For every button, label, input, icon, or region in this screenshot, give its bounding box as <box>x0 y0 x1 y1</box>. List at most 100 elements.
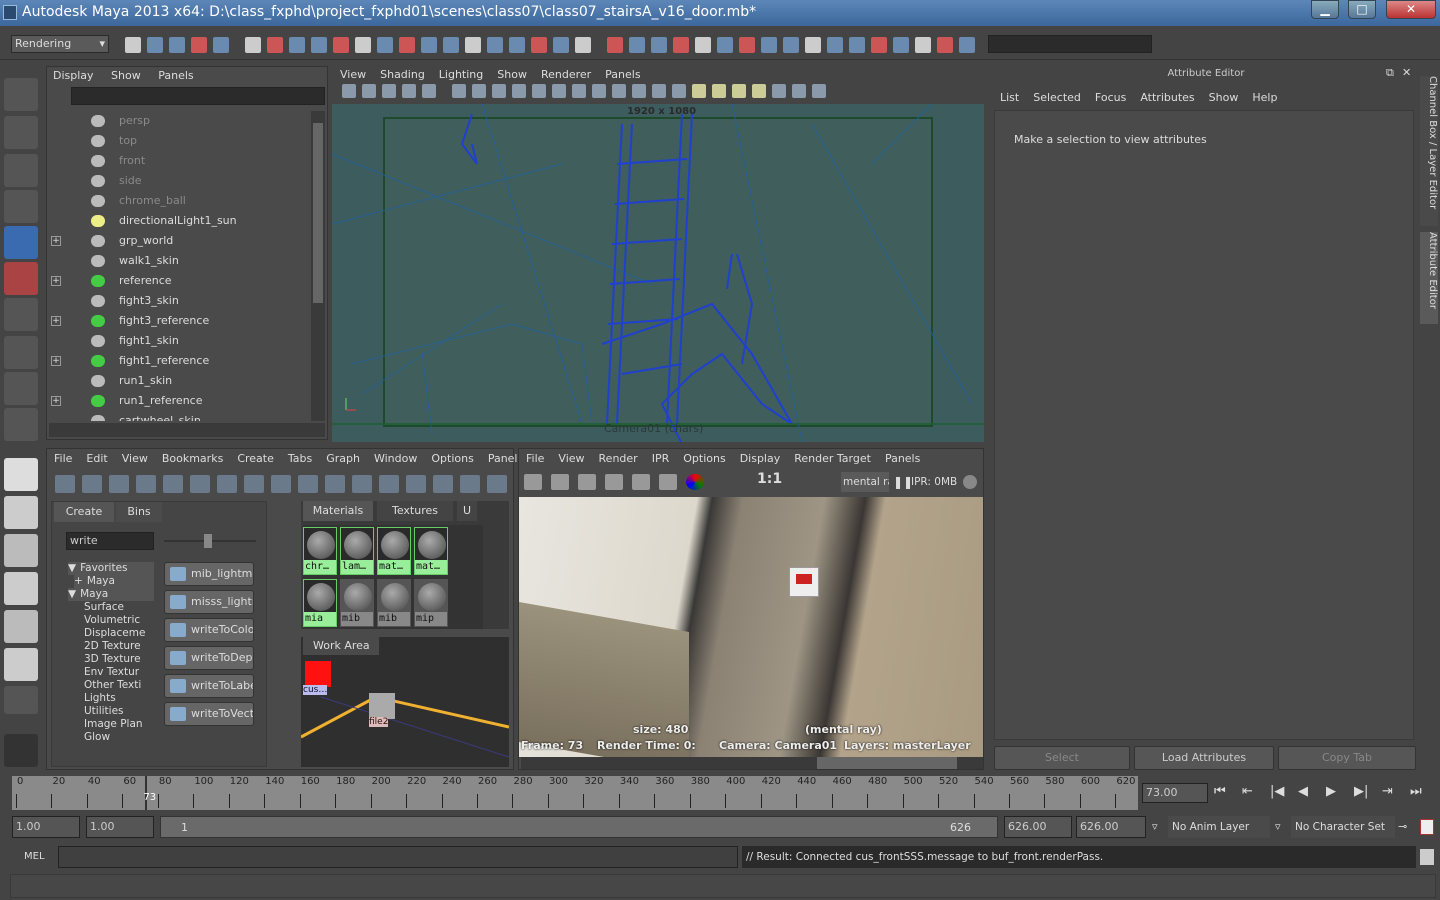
viewport-toolbar-icon[interactable] <box>492 84 506 98</box>
current-frame-field[interactable]: 73.00 <box>1142 783 1208 803</box>
viewport-toolbar-icon[interactable] <box>732 84 746 98</box>
statusline-tool-icon[interactable] <box>245 37 261 53</box>
statusline-tool-icon[interactable] <box>937 37 953 53</box>
select-tool-icon[interactable] <box>4 78 38 111</box>
category-item[interactable]: + Maya <box>74 575 154 588</box>
move-tool-icon[interactable] <box>4 190 38 223</box>
menu-render[interactable]: Render <box>599 452 638 465</box>
time-slider[interactable]: 0 20 40 60 80 100 120 140 160 180 200 220 240 260 280 3… <box>12 776 1138 810</box>
render-view-toolbar-icon[interactable] <box>659 474 677 490</box>
menu-show[interactable]: Show <box>1209 91 1239 104</box>
viewport-toolbar-icon[interactable] <box>422 84 436 98</box>
menu-display[interactable]: Display <box>740 452 781 465</box>
outliner-item[interactable]: chrome_ball <box>47 191 309 211</box>
hypershade-toolbar-icon[interactable] <box>109 475 129 493</box>
soft-mod-tool-icon[interactable] <box>4 336 38 369</box>
character-set-chevron-icon[interactable]: ▿ <box>1275 820 1281 833</box>
hypershade-toolbar-icon[interactable] <box>433 475 453 493</box>
hypershade-toolbar-icon[interactable] <box>325 475 345 493</box>
statusline-tool-icon[interactable] <box>147 37 163 53</box>
copy-tab-button[interactable]: Copy Tab <box>1278 746 1416 770</box>
statusline-tool-icon[interactable] <box>509 37 525 53</box>
menu-show[interactable]: Show <box>497 68 527 81</box>
preferences-icon[interactable] <box>1420 819 1434 835</box>
float-panel-icon[interactable]: ⧉ <box>1386 66 1394 80</box>
material-swatch[interactable]: mip <box>414 579 448 627</box>
playback-end-field[interactable]: 626.00 <box>1004 816 1072 838</box>
statusline-tool-icon[interactable] <box>893 37 909 53</box>
viewport-toolbar-icon[interactable] <box>592 84 606 98</box>
select-button[interactable]: Select <box>994 746 1130 770</box>
tab-create[interactable]: Create <box>54 502 114 522</box>
category-item[interactable]: 2D Texture <box>84 640 154 653</box>
render-view-toolbar-icon[interactable] <box>551 474 569 490</box>
category-item[interactable]: Displaceme <box>84 627 154 640</box>
range-slider[interactable]: 1 626 <box>160 816 998 838</box>
paint-select-tool-icon[interactable] <box>4 154 38 187</box>
step-back-frame-icon[interactable]: |◀ <box>1270 784 1284 799</box>
statusline-tool-icon[interactable] <box>311 37 327 53</box>
category-item[interactable]: Env Textur <box>84 666 154 679</box>
maximize-button[interactable]: □ <box>1348 0 1376 19</box>
statusline-tool-icon[interactable] <box>959 37 975 53</box>
material-swatch[interactable]: mib <box>340 579 374 627</box>
hypershade-toolbar-icon[interactable] <box>190 475 210 493</box>
menu-panels[interactable]: Panels <box>605 68 640 81</box>
viewport-toolbar-icon[interactable] <box>342 84 356 98</box>
expand-icon[interactable]: + <box>51 236 61 246</box>
hypershade-toolbar-icon[interactable] <box>271 475 291 493</box>
tab-bins[interactable]: Bins <box>116 502 162 522</box>
playback-start-field[interactable]: 1.00 <box>86 816 154 838</box>
outliner-persp-layout-icon[interactable] <box>4 534 38 567</box>
close-button[interactable]: ✕ <box>1386 0 1436 19</box>
render-view-toolbar-icon[interactable] <box>686 474 704 490</box>
menu-options[interactable]: Options <box>683 452 725 465</box>
statusline-tool-icon[interactable] <box>169 37 185 53</box>
viewport-toolbar-icon[interactable] <box>552 84 566 98</box>
expand-icon[interactable]: + <box>51 356 61 366</box>
statusline-tool-icon[interactable] <box>915 37 931 53</box>
statusline-tool-icon[interactable] <box>607 37 623 53</box>
icon-size-slider[interactable] <box>164 534 256 548</box>
viewport-toolbar-icon[interactable] <box>772 84 786 98</box>
menu-renderer[interactable]: Renderer <box>541 68 591 81</box>
menu-bookmarks[interactable]: Bookmarks <box>162 452 223 465</box>
menu-tabs[interactable]: Tabs <box>288 452 312 465</box>
menu-help[interactable]: Help <box>1252 91 1277 104</box>
menu-edit[interactable]: Edit <box>86 452 107 465</box>
statusline-tool-icon[interactable] <box>377 37 393 53</box>
menu-create[interactable]: Create <box>237 452 274 465</box>
character-set-dropdown[interactable]: No Character Set <box>1291 816 1395 838</box>
menu-selected[interactable]: Selected <box>1033 91 1081 104</box>
menu-set-dropdown[interactable]: Rendering ▾ <box>11 35 109 53</box>
viewport-toolbar-icon[interactable] <box>402 84 416 98</box>
render-view-toolbar-icon[interactable] <box>605 474 623 490</box>
viewport-toolbar-icon[interactable] <box>632 84 646 98</box>
hypershade-toolbar-icon[interactable] <box>82 475 102 493</box>
outliner-horizontal-scrollbar[interactable] <box>49 423 325 437</box>
category-item[interactable]: 3D Texture <box>84 653 154 666</box>
command-input[interactable] <box>58 846 738 868</box>
material-swatch[interactable]: lam… <box>340 527 374 575</box>
persp-outliner-graph-layout-icon[interactable] <box>4 648 38 681</box>
menu-view[interactable]: View <box>558 452 584 465</box>
menu-focus[interactable]: Focus <box>1095 91 1126 104</box>
outliner-item[interactable]: + reference <box>47 271 309 291</box>
hypershade-toolbar-icon[interactable] <box>379 475 399 493</box>
viewport-toolbar-icon[interactable] <box>812 84 826 98</box>
viewport-toolbar-icon[interactable] <box>532 84 546 98</box>
menu-graph[interactable]: Graph <box>326 452 360 465</box>
statusline-tool-icon[interactable] <box>421 37 437 53</box>
custom-layouts-icon[interactable] <box>4 686 38 714</box>
tab-channel-box[interactable]: Channel Box / Layer Editor <box>1420 76 1438 226</box>
viewport-toolbar-icon[interactable] <box>512 84 526 98</box>
outliner-item[interactable]: + run1_reference <box>47 391 309 411</box>
statusline-tool-icon[interactable] <box>487 37 503 53</box>
close-panel-icon[interactable]: ✕ <box>1402 66 1411 79</box>
scale-tool-icon[interactable] <box>4 262 38 295</box>
viewport-toolbar-icon[interactable] <box>572 84 586 98</box>
outliner-item[interactable]: run1_skin <box>47 371 309 391</box>
create-filter-input[interactable]: write <box>66 532 154 550</box>
viewport-toolbar-icon[interactable] <box>612 84 626 98</box>
category-item[interactable]: Surface <box>84 601 154 614</box>
